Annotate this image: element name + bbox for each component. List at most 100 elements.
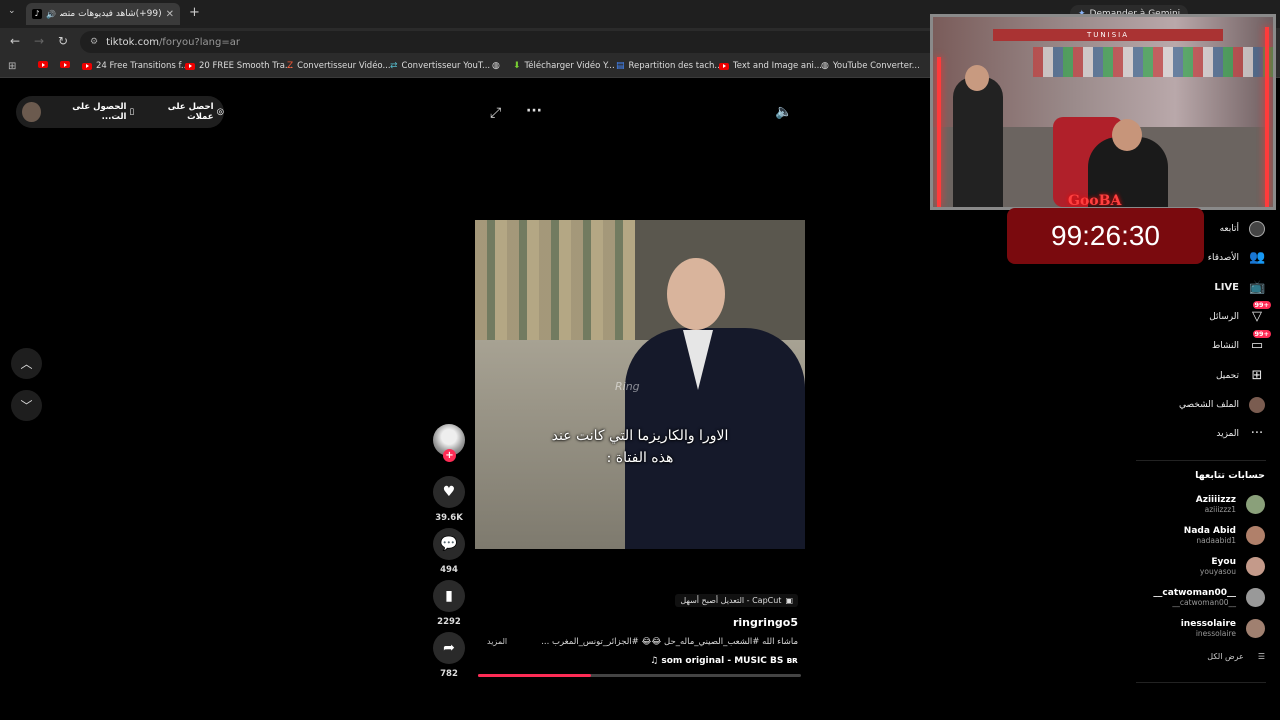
video-progress-fill (478, 674, 592, 677)
tab-title: (99+)شاهد فيديوهات متصدر (59, 9, 162, 19)
youtube-icon (38, 61, 48, 68)
followed-account[interactable]: __catwoman00__ __catwoman00__ (1065, 586, 1265, 608)
save-button[interactable]: ▮ 2292 (432, 580, 466, 627)
previous-video-button[interactable]: ︿ (11, 348, 42, 379)
back-arrow-icon[interactable]: ← (10, 34, 20, 48)
fullscreen-icon[interactable]: ⤢ (490, 105, 501, 121)
sidebar-item-live[interactable]: LIVE 📺 (1035, 280, 1265, 295)
followed-account[interactable]: Aziiiizzz aziiizzz1 (1065, 493, 1265, 515)
globe-icon: ◍ (492, 61, 500, 71)
see-all-link[interactable]: ☰ عرض الكل (1207, 652, 1265, 661)
bookmark-item[interactable]: ⇄ Convertisseur YouT... (390, 61, 490, 71)
profile-avatar (1249, 397, 1265, 413)
followed-accounts-title: حسابات تتابعها (1195, 470, 1265, 481)
chevron-down-icon: ﹀ (20, 399, 33, 413)
heart-icon[interactable]: ♥ (433, 476, 465, 508)
audio-playing-icon[interactable]: 🔊 (46, 10, 56, 19)
video-caption-line1: الاورا والكاريزما التي كانت عند (551, 428, 729, 444)
cam-banner: TUNISIA (993, 29, 1223, 41)
share-icon[interactable]: ➦ (433, 632, 465, 664)
neon-light (1265, 27, 1269, 207)
music-link[interactable]: ♫ som original - MUSIC BS ʙʀ (478, 656, 798, 666)
bookmark-item[interactable]: 24 Free Transitions f... (82, 61, 189, 71)
more-options-icon[interactable]: ··· (526, 103, 542, 119)
sidebar-item-messages[interactable]: الرسائل ▽ 99+ (1035, 301, 1271, 324)
account-name: __catwoman00__ (1153, 587, 1236, 598)
sidebar-divider (1136, 460, 1266, 461)
friends-icon: 👥 (1249, 250, 1266, 265)
bookmark-item[interactable]: ◍ (492, 61, 504, 71)
globe-icon: ◍ (821, 61, 829, 71)
user-avatar[interactable] (22, 102, 41, 122)
bookmark-item[interactable]: Text and Image ani... (719, 61, 822, 71)
video-progress-bar[interactable] (478, 674, 801, 677)
sidebar-item-more[interactable]: المزيد ··· (1035, 426, 1265, 441)
bookmark-item[interactable]: ⬇ Télécharger Vidéo Y... (513, 61, 615, 71)
like-count: 39.6K (435, 513, 463, 523)
share-button[interactable]: ➦ 782 (432, 632, 466, 679)
browser-tab-tiktok[interactable]: ♪ 🔊 (99+)شاهد فيديوهات متصدر ✕ (26, 3, 180, 25)
followed-account[interactable]: Eyou youyasou (1065, 555, 1265, 577)
sidebar-item-label: الملف الشخصي (1179, 400, 1239, 410)
creator-avatar[interactable]: + (433, 424, 465, 462)
video-frame-background (475, 220, 635, 340)
new-tab-button[interactable]: + (189, 5, 200, 20)
account-avatar (1246, 556, 1265, 576)
z-icon: Z (287, 61, 294, 71)
save-count: 2292 (437, 617, 461, 627)
bookmark-item[interactable]: ▤ Repartition des tach... (616, 61, 723, 71)
get-app-button[interactable]: ▯ الحصول على الت... (51, 102, 134, 122)
like-button[interactable]: ♥ 39.6K (432, 476, 466, 523)
capcut-anchor[interactable]: ▣ CapCut - التعديل أصبح أسهل (675, 594, 798, 607)
sidebar-item-label: تحميل (1215, 370, 1239, 381)
video-player[interactable]: Ring الاورا والكاريزما التي كانت عند هذه… (475, 220, 805, 549)
follow-plus-icon[interactable]: + (443, 449, 456, 462)
see-more-link[interactable]: المزيد (487, 637, 507, 646)
sidebar-item-label: المزيد (1216, 428, 1239, 439)
youtube-icon (185, 62, 195, 70)
activity-badge: 99+ (1252, 330, 1271, 338)
coin-icon: ◎ (216, 107, 224, 117)
sidebar-item-upload[interactable]: تحميل ⊞ (1035, 368, 1265, 383)
comment-icon[interactable]: 💬 (433, 528, 465, 560)
url-host: tiktok.com (106, 36, 159, 48)
webcam-overlay: TUNISIA GooBA (930, 14, 1276, 210)
bookmark-item[interactable] (60, 61, 74, 68)
apps-grid-icon[interactable]: ⊞ (8, 61, 16, 72)
account-handle: inessolaire (1195, 628, 1236, 638)
youtube-icon (82, 62, 92, 70)
account-name: Aziiiizzz (1195, 494, 1236, 505)
account-handle: aziiizzz1 (1204, 504, 1236, 514)
account-handle: youyasou (1199, 566, 1236, 576)
upload-icon: ⊞ (1251, 368, 1263, 383)
sidebar-item-activity[interactable]: النشاط ▭ 99+ (1035, 330, 1271, 353)
bookmark-icon[interactable]: ▮ (433, 580, 465, 612)
video-username[interactable]: ringringo5 (478, 616, 798, 629)
account-handle: nadaabid1 (1196, 535, 1236, 545)
account-handle: __catwoman00__ (1172, 597, 1236, 607)
forward-arrow-icon[interactable]: → (34, 34, 44, 48)
next-video-button[interactable]: ﹀ (11, 390, 42, 421)
account-name: Eyou (1211, 556, 1236, 567)
get-coins-button[interactable]: ◎ احصل على عملات (144, 102, 224, 122)
video-caption: الاورا والكاريزما التي كانت عند هذه الفت… (545, 425, 735, 470)
site-info-icon[interactable]: ⚙ (90, 37, 98, 47)
phone-icon: ▯ (129, 107, 135, 117)
bookmark-item[interactable]: 20 FREE Smooth Tra... (185, 61, 293, 71)
volume-icon[interactable]: 🔈 (775, 104, 792, 120)
reload-icon[interactable]: ↻ (58, 34, 68, 48)
close-tab-icon[interactable]: ✕ (166, 9, 174, 20)
followed-account[interactable]: inessolaire inessolaire (1065, 617, 1265, 639)
chevron-up-icon: ︿ (20, 357, 33, 371)
address-bar[interactable]: ⚙ tiktok.com/foryou?lang=ar (80, 31, 940, 53)
sidebar-item-profile[interactable]: الملف الشخصي (1035, 397, 1265, 413)
activity-icon: ▭ 99+ (1250, 330, 1271, 353)
bookmark-item[interactable]: Z Convertisseur Vidéo... (287, 61, 391, 71)
comment-button[interactable]: 💬 494 (432, 528, 466, 575)
creator-avatar-button[interactable]: + (432, 424, 466, 462)
bookmark-item[interactable] (38, 61, 52, 68)
neon-light (937, 57, 941, 207)
tab-search-chevron-icon[interactable]: ⌄ (8, 6, 16, 16)
bookmark-item[interactable]: ◍ YouTube Converter... (821, 61, 920, 71)
followed-account[interactable]: Nada Abid nadaabid1 (1065, 524, 1265, 546)
